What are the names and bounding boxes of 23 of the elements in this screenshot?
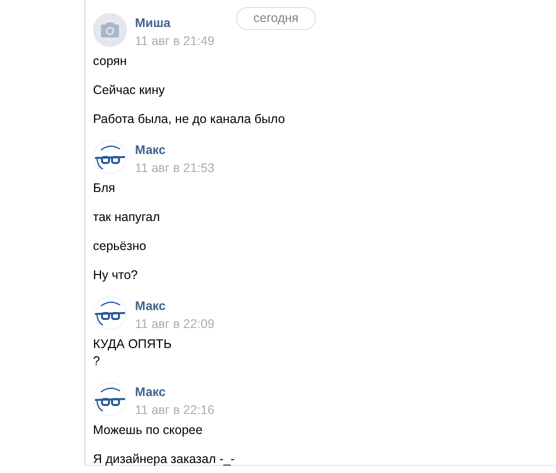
message-text: Ну что? bbox=[93, 267, 139, 284]
message-time: 11 авг в 21:49 bbox=[135, 34, 214, 48]
author-name: Макс bbox=[135, 143, 167, 157]
message-text: так напугал bbox=[93, 209, 161, 226]
message-text: Я дизайнера заказал -_- bbox=[93, 451, 236, 468]
message-text: Сейчас кину bbox=[93, 82, 166, 99]
message-time: 11 авг в 22:09 bbox=[135, 317, 214, 331]
glasses-avatar-icon bbox=[93, 296, 127, 330]
glasses-avatar-icon bbox=[93, 140, 127, 174]
date-badge: сегодня bbox=[236, 7, 316, 30]
message-time: 11 авг в 21:53 bbox=[135, 161, 214, 175]
camera-avatar-icon bbox=[93, 13, 127, 47]
message-text: сорян bbox=[93, 53, 128, 70]
message-text: Работа была, не до канала было bbox=[93, 111, 286, 128]
message-text: Бля bbox=[93, 180, 116, 197]
author-name: Миша bbox=[135, 16, 172, 30]
message-time: 11 авг в 22:16 bbox=[135, 403, 214, 417]
author-name: Макс bbox=[135, 299, 167, 313]
message-text: Можешь по скорее bbox=[93, 422, 204, 439]
glasses-avatar-icon bbox=[93, 382, 127, 416]
author-name: Макс bbox=[135, 385, 167, 399]
message-text: КУДА ОПЯТЬ ? bbox=[93, 336, 173, 370]
message-text: серьёзно bbox=[93, 238, 148, 255]
